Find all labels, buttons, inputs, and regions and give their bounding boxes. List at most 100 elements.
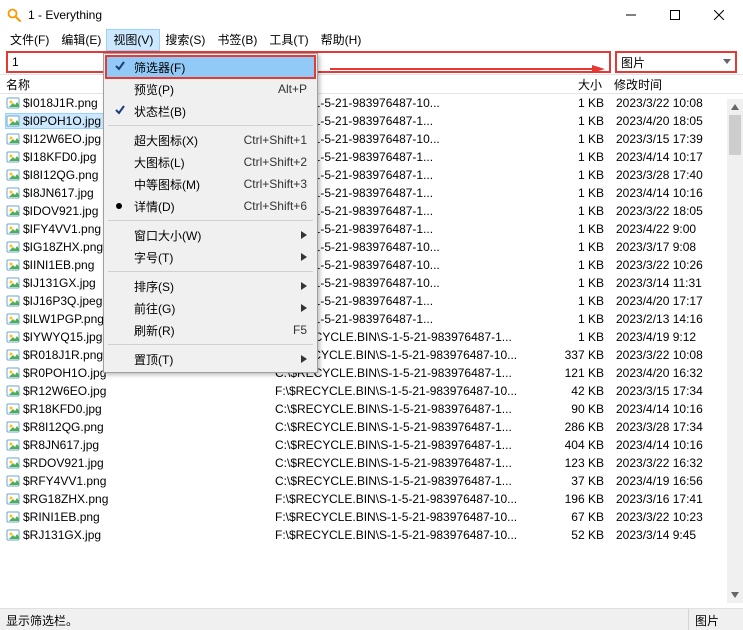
- file-date: 2023/3/15 17:34: [608, 384, 743, 398]
- menu-entry[interactable]: 中等图标(M)Ctrl+Shift+3: [106, 173, 315, 195]
- file-name: $I8JN617.jpg: [23, 186, 94, 200]
- menu-entry[interactable]: 筛选器(F): [106, 56, 315, 78]
- image-file-icon: [6, 330, 20, 344]
- file-size: 1 KB: [548, 114, 608, 128]
- menu-label: 预览(P): [134, 81, 174, 98]
- image-file-icon: [6, 132, 20, 146]
- file-name: $R12W6EO.jpg: [23, 384, 106, 398]
- menu-entry[interactable]: 排序(S): [106, 275, 315, 297]
- file-row[interactable]: $RINI1EB.pngF:\$RECYCLE.BIN\S-1-5-21-983…: [0, 508, 743, 526]
- file-date: 2023/4/14 10:16: [608, 402, 743, 416]
- file-name: $R0POH1O.jpg: [23, 366, 106, 380]
- file-path: C:\$RECYCLE.BIN\S-1-5-21-983976487-1...: [275, 420, 548, 434]
- filter-dropdown[interactable]: 图片: [615, 51, 737, 73]
- menu-hotkey: F5: [293, 323, 307, 337]
- menu-item[interactable]: 视图(V): [107, 30, 159, 50]
- file-row[interactable]: $R12W6EO.jpgF:\$RECYCLE.BIN\S-1-5-21-983…: [0, 382, 743, 400]
- menu-item[interactable]: 文件(F): [4, 30, 55, 50]
- maximize-button[interactable]: [653, 0, 697, 30]
- file-path: C:\$RECYCLE.BIN\S-1-5-21-983976487-1...: [275, 474, 548, 488]
- menu-label: 排序(S): [134, 278, 174, 295]
- menu-label: 状态栏(B): [134, 103, 186, 120]
- image-file-icon: [6, 258, 20, 272]
- file-date: 2023/3/22 18:05: [608, 204, 743, 218]
- filter-value: 图片: [617, 53, 719, 71]
- image-file-icon: [6, 366, 20, 380]
- file-name: $IG18ZHX.png: [23, 240, 103, 254]
- menu-item[interactable]: 工具(T): [263, 30, 314, 50]
- vertical-scrollbar[interactable]: [727, 99, 743, 603]
- submenu-arrow-icon: [301, 228, 307, 242]
- file-size: 90 KB: [548, 402, 608, 416]
- scroll-up-icon[interactable]: [727, 99, 743, 115]
- app-icon: [6, 7, 22, 23]
- close-button[interactable]: [697, 0, 741, 30]
- file-date: 2023/4/14 10:16: [608, 438, 743, 452]
- image-file-icon: [6, 114, 20, 128]
- menu-entry[interactable]: 窗口大小(W): [106, 224, 315, 246]
- menu-entry[interactable]: 预览(P) Alt+P: [106, 78, 315, 100]
- file-date: 2023/3/28 17:40: [608, 168, 743, 182]
- file-row[interactable]: $RG18ZHX.pngF:\$RECYCLE.BIN\S-1-5-21-983…: [0, 490, 743, 508]
- file-name: $RJ131GX.jpg: [23, 528, 101, 542]
- menu-entry[interactable]: 前往(G): [106, 297, 315, 319]
- file-name: $RINI1EB.png: [23, 510, 100, 524]
- file-size: 123 KB: [548, 456, 608, 470]
- check-icon: [114, 60, 126, 75]
- file-size: 1 KB: [548, 330, 608, 344]
- menu-hotkey: Ctrl+Shift+1: [244, 133, 307, 147]
- file-row[interactable]: $RFY4VV1.pngC:\$RECYCLE.BIN\S-1-5-21-983…: [0, 472, 743, 490]
- menu-separator: [108, 344, 313, 345]
- image-file-icon: [6, 168, 20, 182]
- image-file-icon: [6, 96, 20, 110]
- file-name: $IYWYQ15.jpg: [23, 330, 102, 344]
- menu-hotkey: Alt+P: [278, 82, 307, 96]
- menu-item[interactable]: 编辑(E): [55, 30, 107, 50]
- file-date: 2023/4/19 16:56: [608, 474, 743, 488]
- submenu-arrow-icon: [301, 352, 307, 366]
- menu-entry[interactable]: 大图标(L)Ctrl+Shift+2: [106, 151, 315, 173]
- image-file-icon: [6, 240, 20, 254]
- file-size: 37 KB: [548, 474, 608, 488]
- status-filter: 图片: [688, 609, 743, 630]
- menu-item[interactable]: 书签(B): [211, 30, 263, 50]
- file-name: $I0POH1O.jpg: [23, 114, 101, 128]
- menu-entry[interactable]: 字号(T): [106, 246, 315, 268]
- file-row[interactable]: $R8JN617.jpgC:\$RECYCLE.BIN\S-1-5-21-983…: [0, 436, 743, 454]
- menu-entry[interactable]: 状态栏(B): [106, 100, 315, 122]
- minimize-button[interactable]: [609, 0, 653, 30]
- file-name: $I18KFD0.jpg: [23, 150, 96, 164]
- menu-item[interactable]: 帮助(H): [315, 30, 368, 50]
- menu-entry[interactable]: 刷新(R)F5: [106, 319, 315, 341]
- menu-label: 筛选器(F): [134, 59, 185, 76]
- file-date: 2023/2/13 14:16: [608, 312, 743, 326]
- file-row[interactable]: $RJ131GX.jpg F:\$RECYCLE.BIN\S-1-5-21-983…: [0, 526, 743, 544]
- file-name: $IJ16P3Q.jpeg: [23, 294, 102, 308]
- menu-entry[interactable]: 超大图标(X)Ctrl+Shift+1: [106, 129, 315, 151]
- image-file-icon: [6, 510, 20, 524]
- file-name: $R018J1R.png: [23, 348, 103, 362]
- scrollbar-thumb[interactable]: [729, 115, 741, 155]
- file-path: F:\$RECYCLE.BIN\S-1-5-21-983976487-10...: [275, 528, 548, 542]
- column-date[interactable]: 修改时间: [608, 76, 743, 93]
- scroll-down-icon[interactable]: [727, 587, 743, 603]
- file-name: $RG18ZHX.png: [23, 492, 108, 506]
- menu-label: 窗口大小(W): [134, 227, 201, 244]
- file-row[interactable]: $RDOV921.jpgC:\$RECYCLE.BIN\S-1-5-21-983…: [0, 454, 743, 472]
- menu-item[interactable]: 搜索(S): [159, 30, 211, 50]
- file-size: 52 KB: [548, 528, 608, 542]
- column-size[interactable]: 大小: [548, 76, 608, 93]
- menu-entry[interactable]: 详情(D)Ctrl+Shift+6: [106, 195, 315, 217]
- file-date: 2023/3/16 17:41: [608, 492, 743, 506]
- file-name: $R8JN617.jpg: [23, 438, 99, 452]
- menu-label: 详情(D): [134, 198, 175, 215]
- file-size: 404 KB: [548, 438, 608, 452]
- menu-separator: [108, 125, 313, 126]
- file-row[interactable]: $R8I12QG.pngC:\$RECYCLE.BIN\S-1-5-21-983…: [0, 418, 743, 436]
- file-path: C:\$RECYCLE.BIN\S-1-5-21-983976487-1...: [275, 402, 548, 416]
- menu-entry[interactable]: 置顶(T): [106, 348, 315, 370]
- image-file-icon: [6, 150, 20, 164]
- file-name: $I8I12QG.png: [23, 168, 98, 182]
- file-name: $RDOV921.jpg: [23, 456, 104, 470]
- file-row[interactable]: $R18KFD0.jpgC:\$RECYCLE.BIN\S-1-5-21-983…: [0, 400, 743, 418]
